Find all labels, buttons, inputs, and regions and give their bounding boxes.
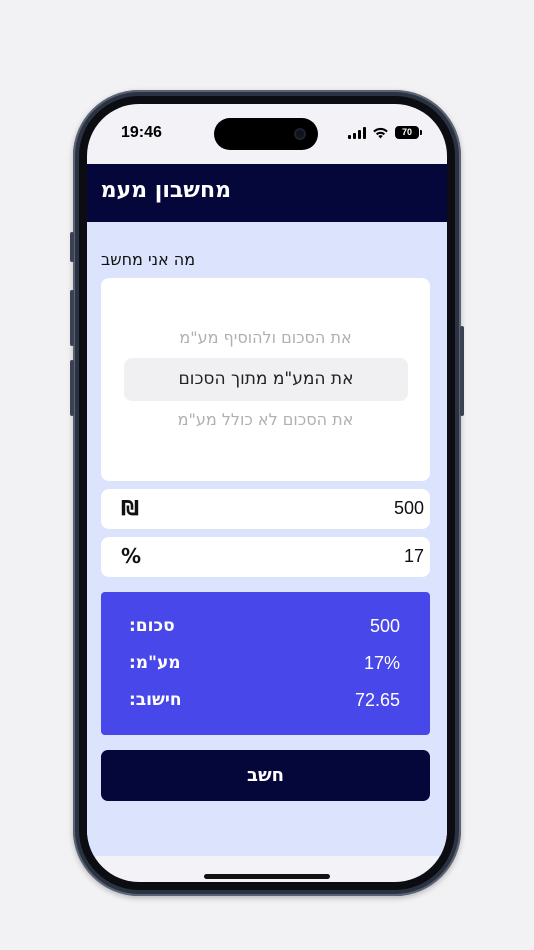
result-value: 72.65 <box>354 690 400 710</box>
calc-mode-picker[interactable]: את הסכום ולהוסיף מע"מ את המע"מ מתוך הסכו… <box>101 278 430 481</box>
vat-rate-input[interactable]: 17 <box>404 546 424 567</box>
picker-option-vat-from-sum[interactable]: את המע"מ מתוך הסכום <box>124 358 408 401</box>
vat-rate-field[interactable]: % 17 <box>101 537 430 577</box>
cellular-signal-icon <box>348 126 366 139</box>
result-value: 17% <box>363 653 400 673</box>
result-row-calc: חישוב: 72.65 <box>101 690 430 712</box>
battery-icon: 70 <box>395 126 422 139</box>
action-button <box>70 232 74 262</box>
camera-icon <box>294 128 306 140</box>
result-label: סכום: <box>129 616 175 636</box>
home-indicator[interactable] <box>204 874 330 879</box>
calculator-content: מה אני מחשב את הסכום ולהוסיף מע"מ את המע… <box>87 222 447 856</box>
page-title: מחשבון מעמ <box>100 178 231 203</box>
result-value: 500 <box>369 616 400 636</box>
navigation-bar: מחשבון מעמ <box>87 164 447 222</box>
result-label: מע"מ: <box>129 653 181 673</box>
result-row-vat: מע"מ: 17% <box>101 653 430 675</box>
bezel: 19:46 70 מחשבון מעמ מה אני מחשב את הסכום… <box>79 96 455 890</box>
calculate-button[interactable]: חשב <box>101 750 430 801</box>
picker-option-sum-without-vat[interactable]: את הסכום לא כולל מע"מ <box>101 410 430 429</box>
picker-option-add-vat[interactable]: את הסכום ולהוסיף מע"מ <box>101 328 430 347</box>
result-panel: סכום: 500 מע"מ: 17% חישוב: 72.65 <box>101 592 430 735</box>
shekel-icon: ₪ <box>121 496 140 520</box>
percent-icon: % <box>121 544 142 568</box>
volume-down-button <box>70 360 74 416</box>
power-button <box>460 326 464 416</box>
wifi-icon <box>373 127 388 138</box>
result-label: חישוב: <box>129 690 182 710</box>
calc-mode-label: מה אני מחשב <box>101 250 196 269</box>
phone-frame: 19:46 70 מחשבון מעמ מה אני מחשב את הסכום… <box>70 90 464 896</box>
amount-input[interactable]: 500 <box>394 498 424 519</box>
amount-field[interactable]: ₪ 500 <box>101 489 430 529</box>
result-row-sum: סכום: 500 <box>101 616 430 638</box>
status-indicators: 70 <box>348 126 422 139</box>
dynamic-island <box>214 118 318 150</box>
volume-up-button <box>70 290 74 346</box>
status-time: 19:46 <box>121 124 162 141</box>
screen: 19:46 70 מחשבון מעמ מה אני מחשב את הסכום… <box>87 104 447 882</box>
